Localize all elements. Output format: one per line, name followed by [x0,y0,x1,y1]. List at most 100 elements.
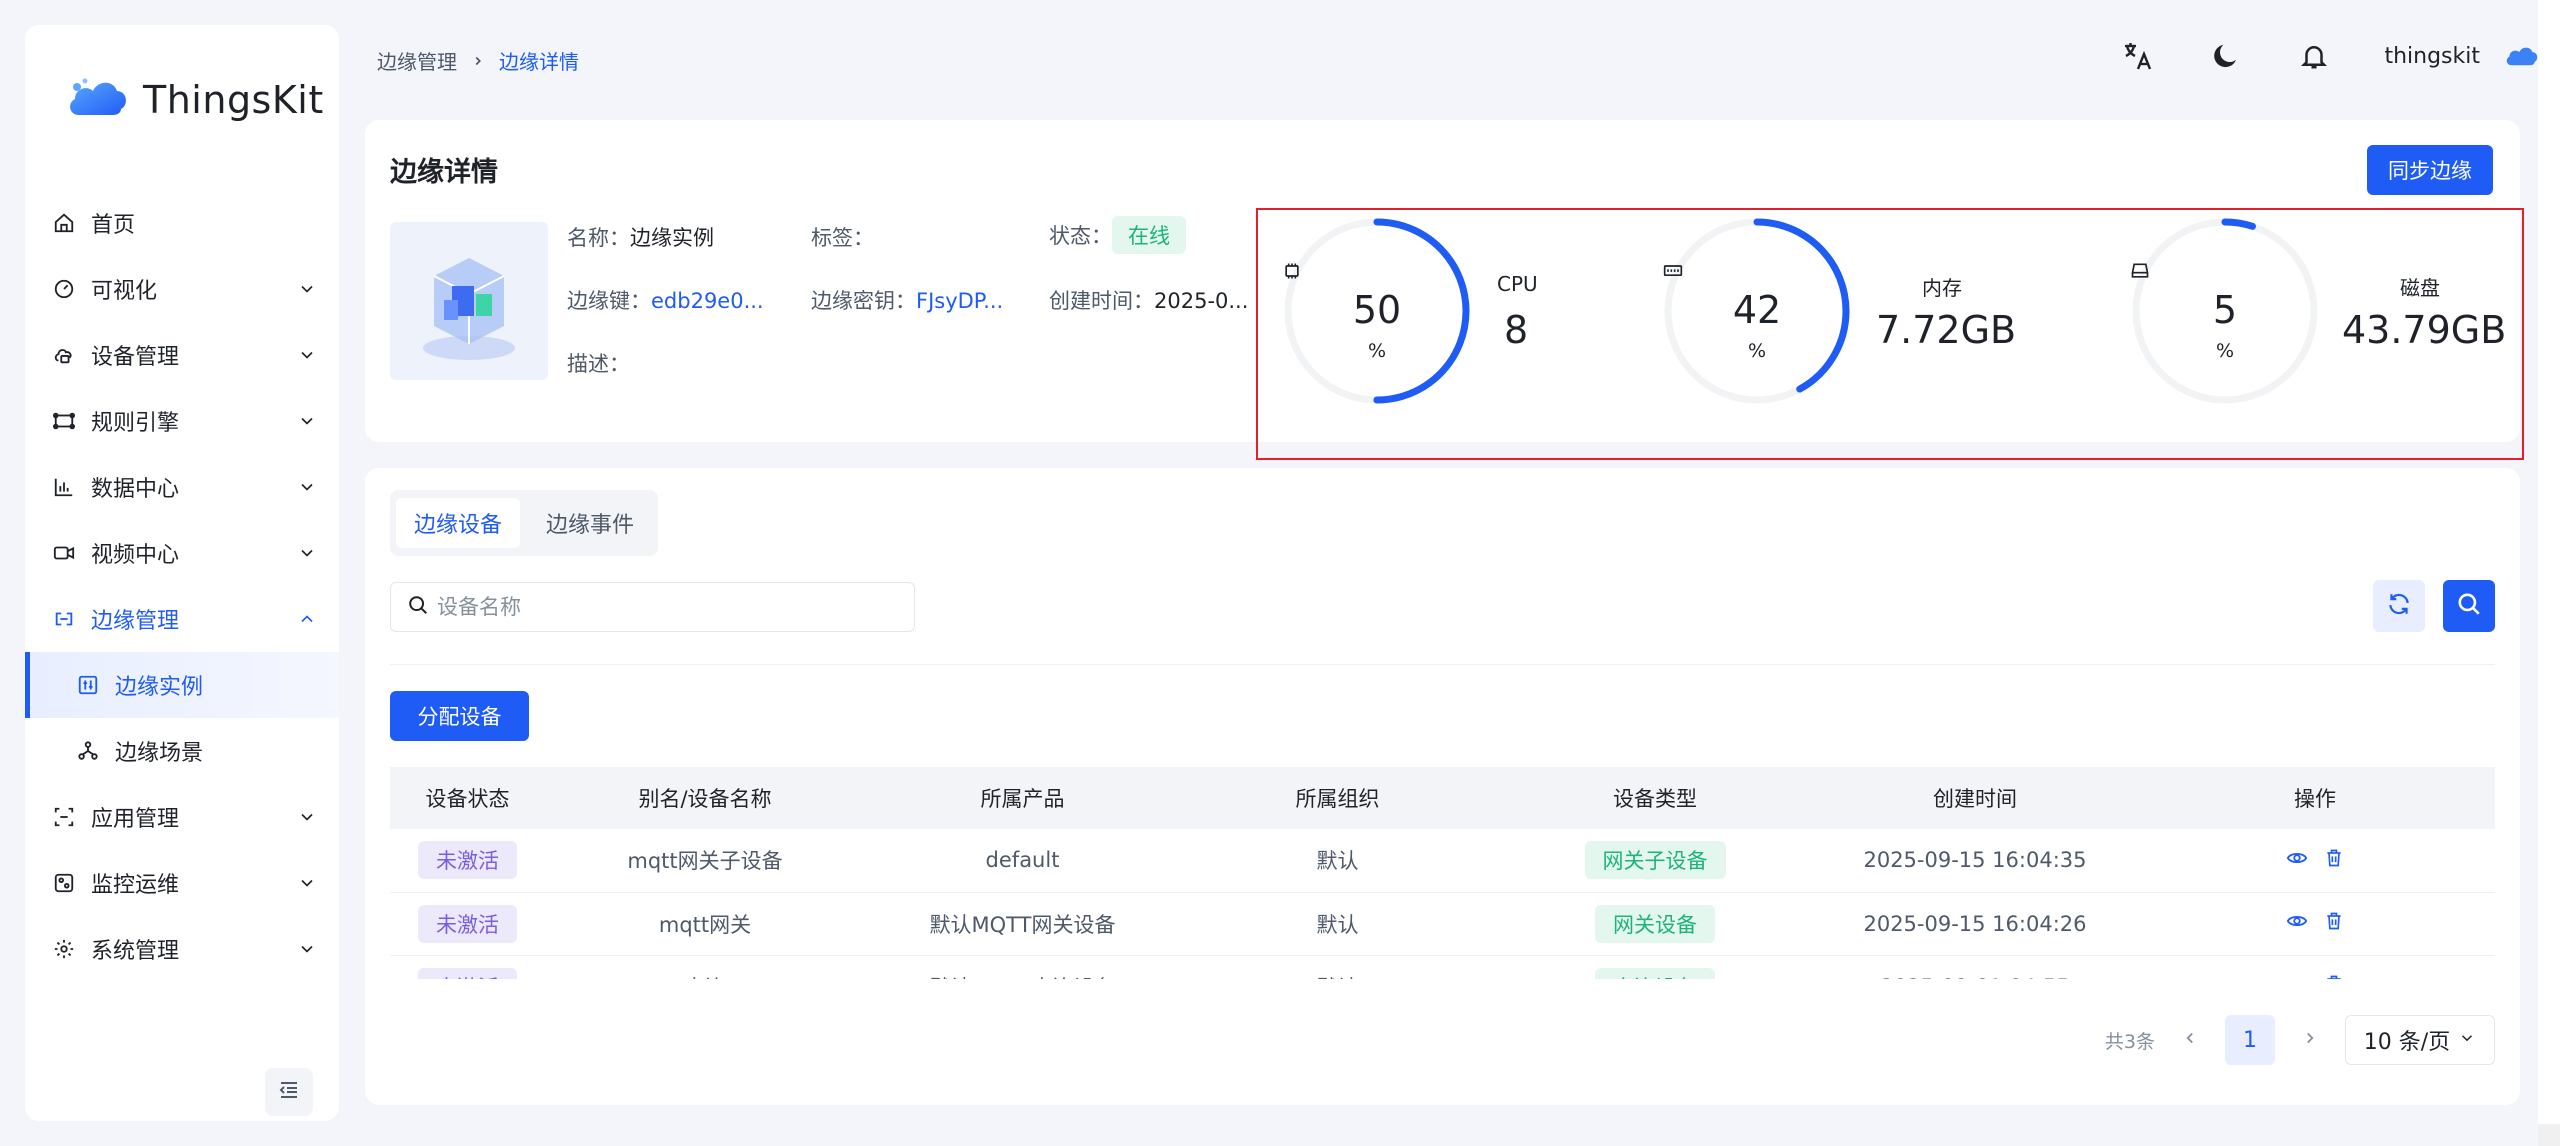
sidebar-item-video-center[interactable]: 视频中心 [25,520,339,586]
field-label: 边缘键： [567,289,651,313]
status-badge: 未激活 [418,967,517,979]
device-name: 直连 [545,955,865,979]
translate-icon[interactable] [2120,38,2156,74]
sidebar-item-label: 监控运维 [91,873,180,898]
divider [390,664,2495,665]
device-cloud-icon [51,342,77,368]
created-time: 2025-09-15 16:04:35 [1815,829,2135,893]
search-icon [407,594,429,620]
moon-icon[interactable] [2208,38,2244,74]
tab-edge-devices[interactable]: 边缘设备 [396,498,521,548]
sidebar-item-label: 边缘场景 [115,741,204,766]
rule-engine-icon [51,408,77,434]
bell-icon[interactable] [2296,38,2332,74]
sidebar-item-data-center[interactable]: 数据中心 [25,454,339,520]
sidebar-item-edge-management[interactable]: 边缘管理 [25,586,339,652]
device-type-badge: 网关子设备 [1584,841,1726,880]
sidebar-item-label: 视频中心 [91,543,180,568]
sync-edge-button[interactable]: 同步边缘 [2367,145,2493,195]
eye-icon[interactable] [2286,910,2308,937]
status-badge: 未激活 [418,841,517,880]
table-row: 未激活 mqtt网关子设备 default 默认 网关子设备 2025-09-1… [390,829,2495,893]
menu-fold-icon [277,1078,301,1106]
sidebar-item-label: 数据中心 [91,477,180,502]
chevron-right-icon [471,49,485,73]
trash-icon[interactable] [2324,847,2344,874]
metrics-highlight-box [1256,208,2524,460]
column-header[interactable]: 所属组织 [1180,767,1495,829]
chevron-down-icon [297,543,317,563]
monitor-icon [51,870,77,896]
scene-icon [75,738,101,764]
field-created-time: 创建时间：2025-0... [1049,285,1248,315]
refresh-button[interactable] [2373,580,2425,632]
prev-page-button[interactable] [2181,1029,2199,1052]
sidebar-item-visualization[interactable]: 可视化 [25,256,339,322]
trash-icon[interactable] [2324,973,2344,979]
device-search-input[interactable] [437,595,914,619]
created-time: 2025-09-15 16:04:26 [1815,892,2135,956]
field-edge-key: 边缘键：edb29e0... [567,285,764,315]
sidebar-collapse-button[interactable] [265,1068,313,1116]
top-actions: thingskit [2120,38,2540,74]
edge-key-link[interactable]: edb29e0... [651,289,764,313]
chevron-down-icon [297,279,317,299]
edge-thumbnail [390,222,548,380]
field-description: 描述： [567,348,630,378]
tab-edge-events[interactable]: 边缘事件 [528,498,652,548]
sidebar-item-label: 边缘管理 [91,609,180,634]
sidebar-item-label: 边缘实例 [115,675,204,700]
sidebar-nav: 首页 可视化 设备管理 规则引擎 数据中心 视频中心 边缘管理 边缘实例 边缘场… [25,190,339,982]
assign-device-button[interactable]: 分配设备 [390,691,529,741]
field-status: 状态： 在线 [1049,216,1186,254]
created-time: 2025-09-01 04:55 [1815,955,2135,979]
field-label: 边缘密钥： [811,289,916,313]
field-value: 2025-0... [1154,289,1249,313]
top-bar: 边缘管理 边缘详情 thingskit [365,0,2560,120]
sidebar-item-home[interactable]: 首页 [25,190,339,256]
breadcrumb-item[interactable]: 边缘管理 [377,46,457,75]
column-header[interactable]: 创建时间 [1815,767,2135,829]
column-header[interactable]: 设备状态 [390,767,545,829]
sidebar-item-rule-engine[interactable]: 规则引擎 [25,388,339,454]
trash-icon[interactable] [2324,910,2344,937]
column-header[interactable]: 设备类型 [1495,767,1815,829]
eye-icon[interactable] [2286,847,2308,874]
sidebar-item-label: 应用管理 [91,807,180,832]
avatar[interactable] [2504,38,2540,74]
app-logo[interactable]: ThingsKit [65,69,324,131]
eye-icon[interactable] [2286,973,2308,979]
field-edge-secret: 边缘密钥：FJsyDP... [811,285,1003,315]
chevron-down-icon [2458,1028,2476,1053]
sidebar-item-label: 首页 [91,213,136,238]
field-tag: 标签： [811,222,874,252]
table-row: 未激活 直连 默认MQTT直连设备 默认 直连设备 2025-09-01 04:… [390,955,2495,979]
chevron-up-icon [297,609,317,629]
next-page-button[interactable] [2301,1029,2319,1052]
edge-device-list-card: 边缘设备 边缘事件 分配设备 设备状态 别名/设备名称 所属产品 所属组织 设备… [365,468,2520,1105]
chevron-down-icon [297,411,317,431]
sidebar-item-edge-scene[interactable]: 边缘场景 [25,718,339,784]
sidebar-item-system-management[interactable]: 系统管理 [25,916,339,982]
breadcrumb-current: 边缘详情 [499,50,579,74]
field-label: 状态： [1049,224,1112,248]
sidebar-item-monitoring[interactable]: 监控运维 [25,850,339,916]
status-badge: 未激活 [418,904,517,943]
pagination: 共3条 1 10 条/页 [2105,1015,2495,1065]
scroll-corner [2538,1124,2560,1146]
edge-secret-link[interactable]: FJsyDP... [916,289,1003,313]
sidebar-item-app-management[interactable]: 应用管理 [25,784,339,850]
search-button[interactable] [2443,580,2495,632]
sidebar-item-device-management[interactable]: 设备管理 [25,322,339,388]
column-header[interactable]: 别名/设备名称 [545,767,865,829]
video-icon [51,540,77,566]
breadcrumb: 边缘管理 边缘详情 [377,46,579,75]
username[interactable]: thingskit [2384,44,2480,69]
page-size-select[interactable]: 10 条/页 [2345,1015,2495,1065]
org-name: 默认 [1180,955,1495,979]
page-number-button[interactable]: 1 [2225,1015,2275,1065]
column-header[interactable]: 所属产品 [865,767,1180,829]
window-scrollbar[interactable] [2538,0,2560,1146]
sidebar-item-edge-instance[interactable]: 边缘实例 [25,652,339,718]
table-header-row: 设备状态 别名/设备名称 所属产品 所属组织 设备类型 创建时间 操作 [390,767,2495,829]
